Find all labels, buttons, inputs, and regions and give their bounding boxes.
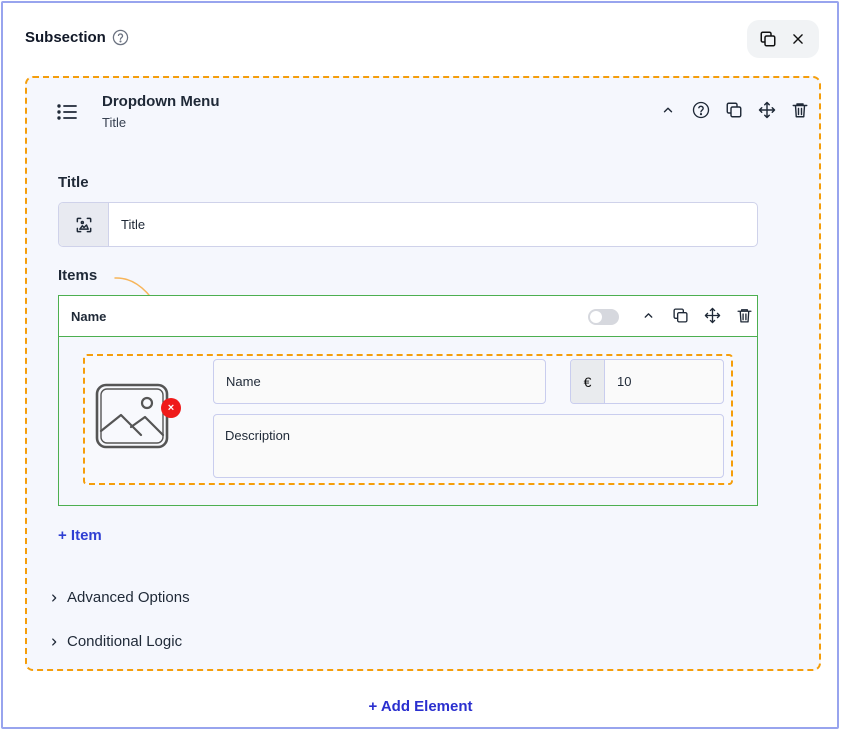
list-icon	[55, 100, 79, 124]
image-text-icon	[59, 203, 109, 246]
item-name-input[interactable]	[214, 360, 545, 403]
move-icon[interactable]	[756, 99, 778, 121]
add-item-button[interactable]: + Item	[58, 527, 102, 544]
items-repeater: Name × Name € 10 Description	[58, 295, 758, 506]
item-price-input[interactable]	[605, 360, 723, 403]
remove-image-button[interactable]: ×	[161, 398, 181, 418]
subsection-panel: Subsection Dropdown Menu Title Title Tit…	[1, 1, 839, 729]
add-element-button[interactable]: + Add Element	[368, 698, 472, 715]
subsection-title: Subsection	[25, 29, 106, 46]
element-title: Dropdown Menu	[102, 93, 220, 110]
items-header: Name	[59, 296, 757, 337]
item-card: × € Description	[83, 354, 733, 485]
copy-icon[interactable]	[757, 28, 779, 50]
items-actions	[637, 304, 755, 326]
dropdown-menu-element: Dropdown Menu Title Title Title Items Na…	[25, 76, 821, 671]
subsection-header: Subsection	[25, 29, 129, 46]
item-price-field: €	[570, 359, 724, 404]
item-description-field: Description	[213, 414, 724, 478]
close-icon[interactable]	[787, 28, 809, 50]
toggle-knob	[590, 311, 602, 323]
chevron-right-icon	[52, 593, 57, 602]
advanced-options-toggle[interactable]: Advanced Options	[49, 589, 190, 606]
copy-icon[interactable]	[669, 304, 691, 326]
element-subtitle: Title	[102, 115, 127, 130]
items-label: Items	[58, 267, 98, 284]
element-actions	[657, 99, 811, 121]
trash-icon[interactable]	[733, 304, 755, 326]
trash-icon[interactable]	[789, 99, 811, 121]
conditional-logic-label: Conditional Logic	[67, 633, 183, 650]
advanced-options-label: Advanced Options	[67, 589, 190, 606]
title-field-label: Title	[58, 174, 89, 191]
subsection-actions	[747, 20, 819, 58]
image-placeholder-icon[interactable]	[95, 383, 169, 449]
help-circle-icon[interactable]	[112, 29, 129, 46]
copy-icon[interactable]	[723, 99, 745, 121]
item-name-field	[213, 359, 546, 404]
conditional-logic-toggle[interactable]: Conditional Logic	[49, 633, 182, 650]
title-input-group	[58, 202, 758, 247]
chevron-right-icon	[52, 637, 57, 646]
item-description-input[interactable]: Description	[214, 415, 723, 477]
help-circle-icon[interactable]	[690, 99, 712, 121]
chevron-up-icon[interactable]	[637, 304, 659, 326]
move-icon[interactable]	[701, 304, 723, 326]
chevron-up-icon[interactable]	[657, 99, 679, 121]
item-toggle[interactable]	[588, 309, 619, 325]
currency-addon: €	[571, 360, 605, 403]
items-header-name: Name	[71, 309, 107, 324]
title-input[interactable]	[109, 203, 757, 246]
add-element-row: + Add Element	[0, 698, 841, 715]
